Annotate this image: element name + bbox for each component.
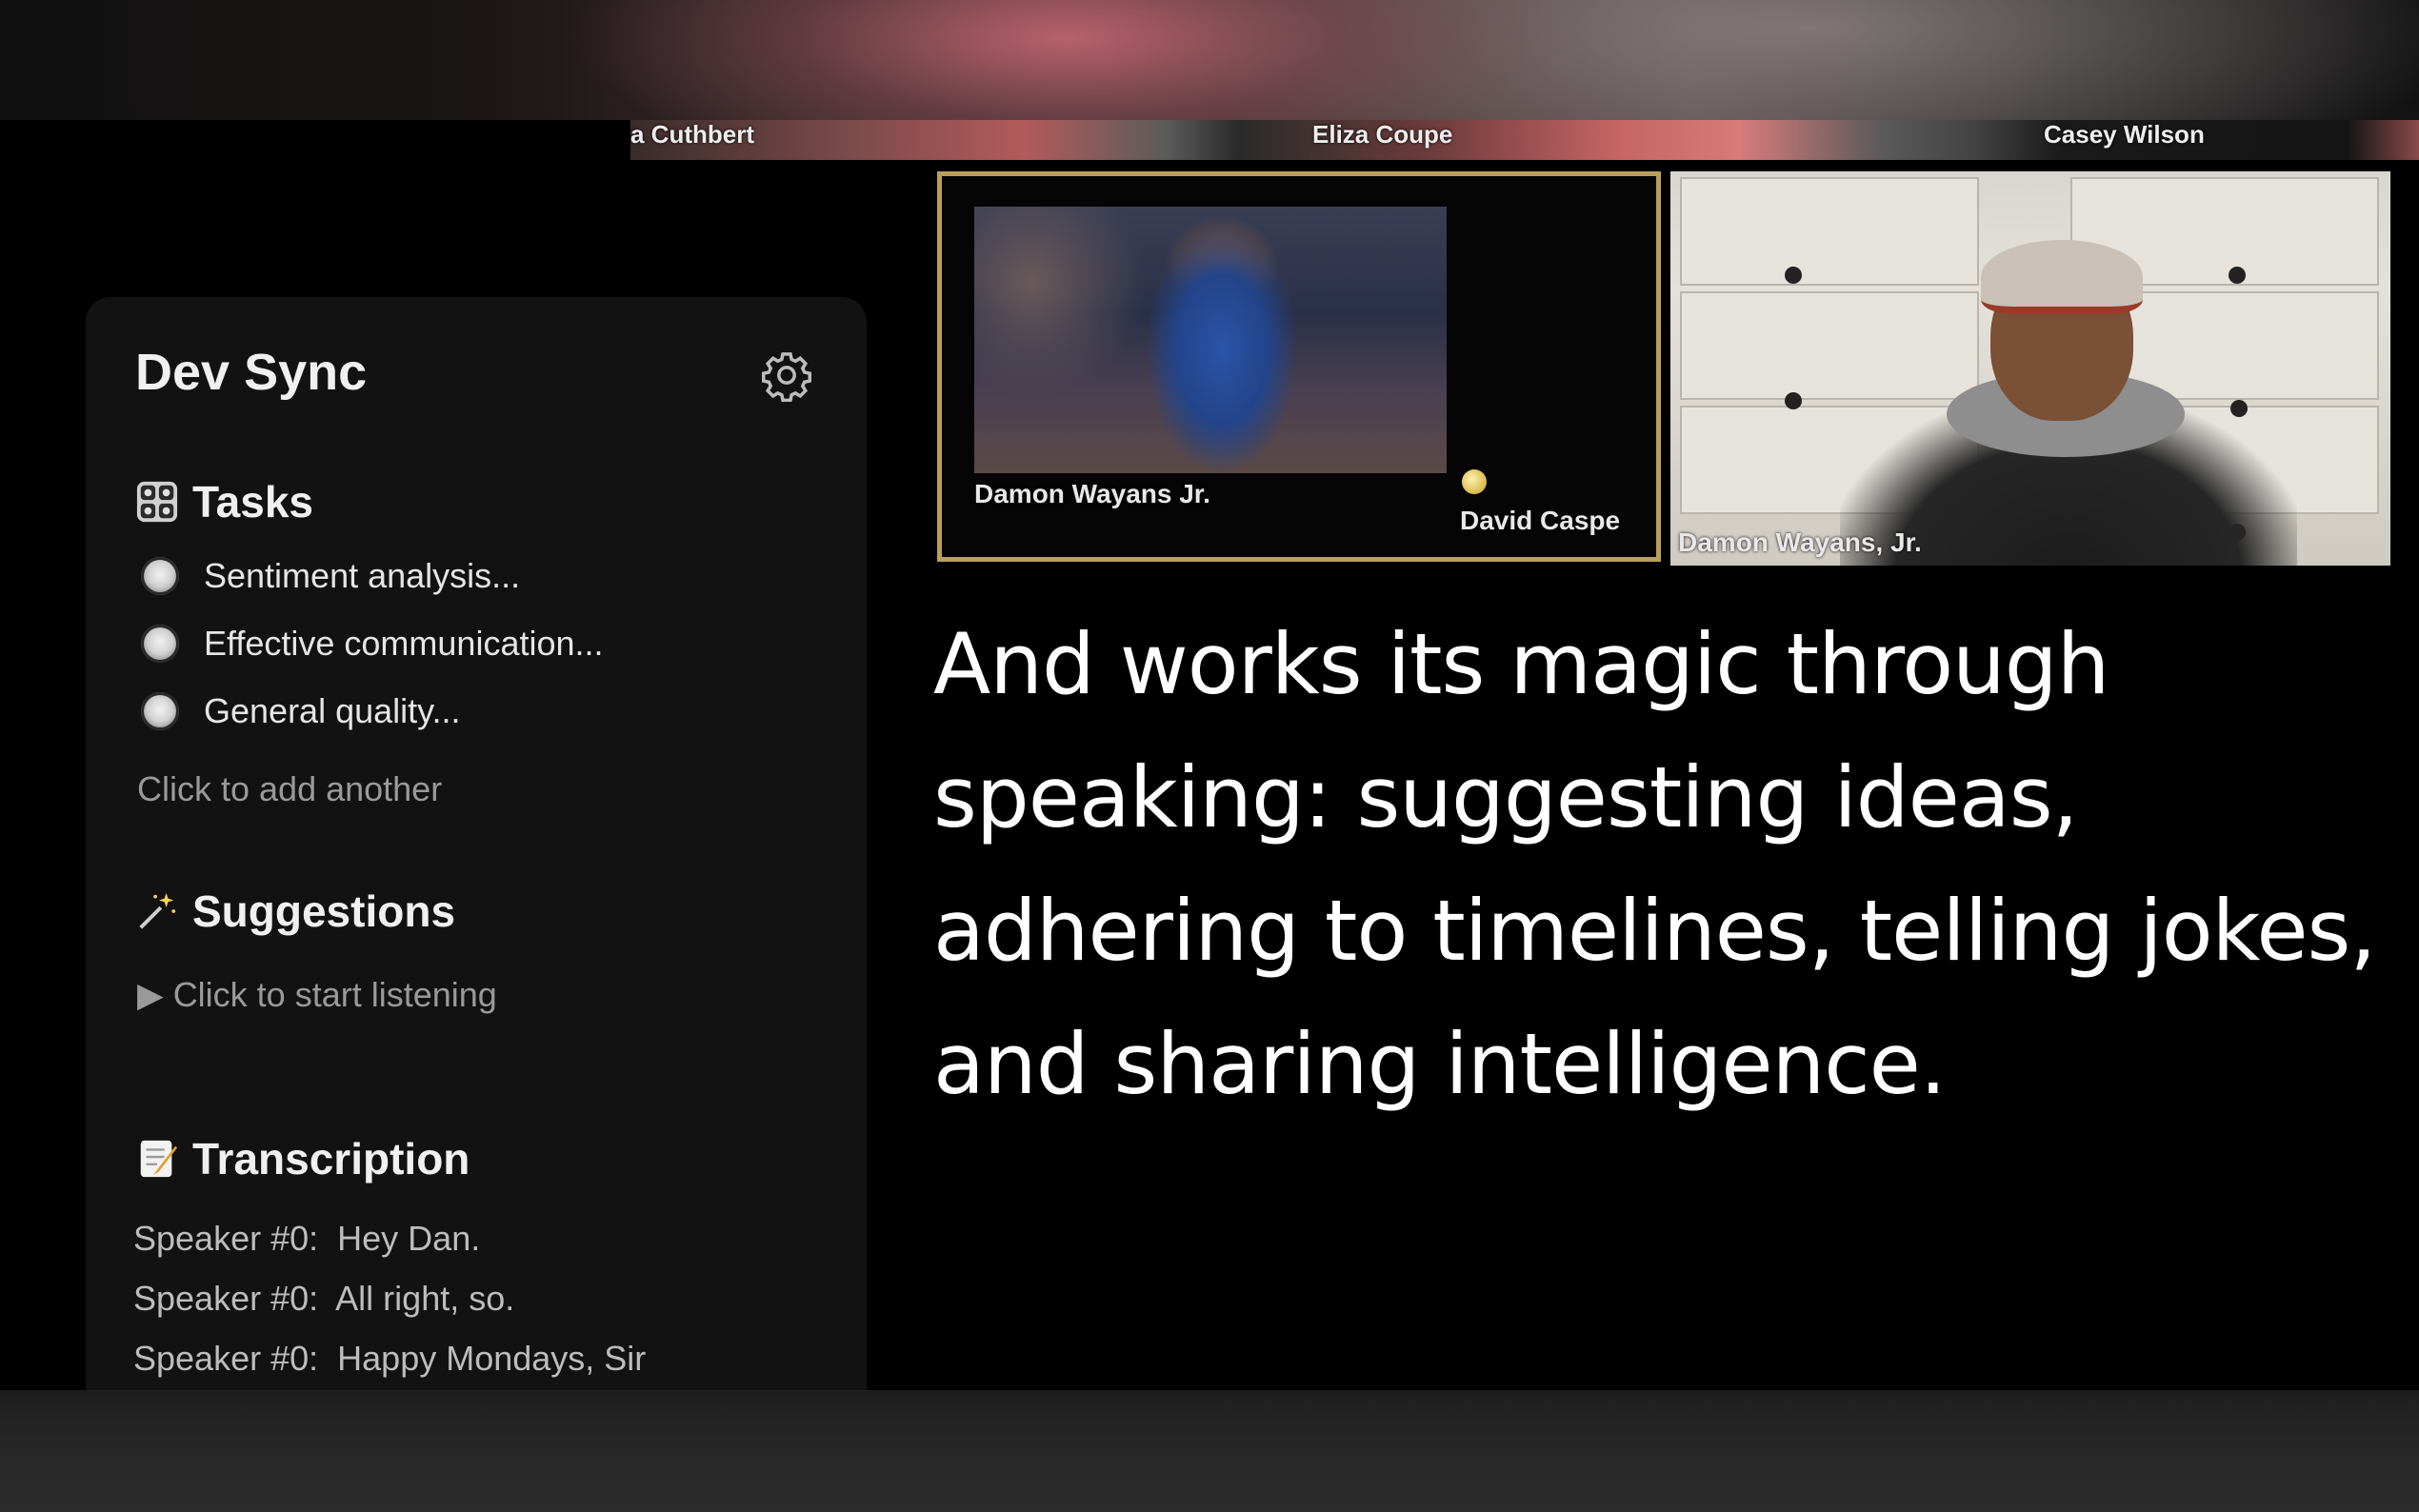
drawer	[1680, 291, 1979, 400]
transcript-speaker: Speaker #0:	[133, 1339, 319, 1378]
transcript-speaker: Speaker #0:	[133, 1219, 319, 1258]
task-radio[interactable]	[141, 625, 179, 663]
participant-cap	[1981, 240, 2143, 314]
memo-icon	[140, 1140, 178, 1178]
tasks-heading-label: Tasks	[192, 477, 314, 527]
transcript-line: Speaker #0: Happy Mondays, Sir	[133, 1339, 646, 1379]
add-task-button[interactable]: Click to add another	[137, 769, 442, 809]
transcription-heading-label: Transcription	[192, 1134, 470, 1184]
transcript-speaker: Speaker #0:	[133, 1279, 319, 1318]
participant-name: Eliza Coupe	[1312, 120, 1453, 149]
task-item[interactable]: General quality...	[141, 691, 460, 731]
participant-name: Casey Wilson	[2044, 120, 2205, 149]
tile-name-label: David Caspe	[1460, 506, 1621, 535]
panel-title: Dev Sync	[135, 344, 368, 401]
control-knobs-icon	[136, 481, 178, 523]
transcript-line: Speaker #0: Hey Dan.	[133, 1219, 480, 1259]
magic-wand-icon	[139, 892, 176, 929]
suggestions-heading-label: Suggestions	[192, 886, 456, 936]
participant-strip: a Cuthbert Eliza Coupe Casey Wilson	[630, 120, 2419, 160]
drawer-knob	[1785, 267, 1802, 284]
task-item[interactable]: Sentiment analysis...	[141, 556, 520, 596]
meeting-sidebar-panel: Dev Sync Tasks Sentiment analysis... Eff…	[86, 297, 867, 1390]
shared-video-frame	[974, 207, 1447, 473]
caption-text: And works its magic through speaking: su…	[933, 615, 2376, 1113]
transcription-heading: Transcription	[135, 1133, 470, 1184]
task-radio[interactable]	[141, 692, 179, 730]
tile-name-label: Damon Wayans, Jr.	[1678, 527, 1922, 557]
video-tile[interactable]: Damon Wayans, Jr.	[1670, 171, 2390, 566]
transcript-text: All right, so.	[335, 1279, 515, 1318]
tile-name-label: Damon Wayans Jr.	[974, 479, 1210, 508]
task-radio[interactable]	[141, 557, 179, 595]
start-listening-button[interactable]: ▶ Click to start listening	[137, 975, 497, 1015]
task-label: General quality...	[204, 691, 461, 730]
task-item[interactable]: Effective communication...	[141, 624, 604, 664]
video-tile-active[interactable]: Damon Wayans Jr. David Caspe	[937, 171, 1661, 562]
blurred-bottom-band	[0, 1390, 2419, 1512]
participant-name: a Cuthbert	[630, 120, 754, 149]
drawer-knob	[2229, 267, 2246, 284]
tasks-heading: Tasks	[135, 476, 313, 527]
speaking-indicator	[1462, 469, 1487, 494]
transcript-text: Hey Dan.	[337, 1219, 481, 1258]
task-label: Sentiment analysis...	[204, 556, 521, 595]
suggestions-heading: Suggestions	[135, 885, 455, 937]
task-label: Effective communication...	[204, 624, 604, 663]
drawer-knob	[1785, 392, 1802, 409]
gear-icon[interactable]	[760, 348, 813, 402]
transcript-line: Speaker #0: All right, so.	[133, 1279, 514, 1319]
transcript-text: Happy Mondays, Sir	[337, 1339, 647, 1378]
blurred-top-band	[0, 0, 2419, 120]
drawer	[1680, 177, 1979, 286]
